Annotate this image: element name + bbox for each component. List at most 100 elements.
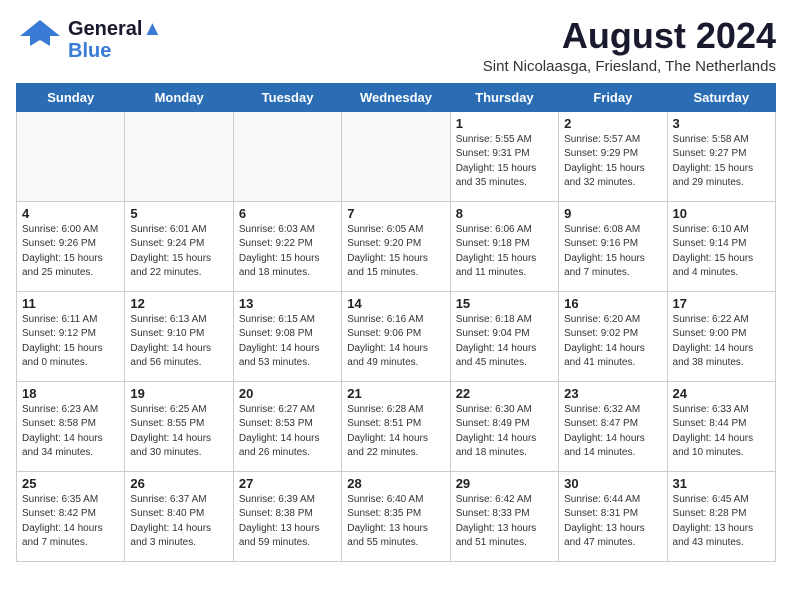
cell-line: Daylight: 15 hours bbox=[239, 252, 336, 267]
cell-line: and 56 minutes. bbox=[130, 356, 227, 371]
cell-content: Sunrise: 6:16 AMSunset: 9:06 PMDaylight:… bbox=[347, 313, 444, 371]
logo-icon bbox=[16, 16, 64, 64]
cell-line: Daylight: 13 hours bbox=[347, 522, 444, 537]
calendar-cell: 9Sunrise: 6:08 AMSunset: 9:16 PMDaylight… bbox=[559, 201, 667, 291]
calendar-header: SundayMondayTuesdayWednesdayThursdayFrid… bbox=[17, 83, 776, 111]
cell-line: and 18 minutes. bbox=[456, 446, 553, 461]
cell-line: Sunset: 9:06 PM bbox=[347, 327, 444, 342]
calendar-cell: 26Sunrise: 6:37 AMSunset: 8:40 PMDayligh… bbox=[125, 471, 233, 561]
cell-content: Sunrise: 6:13 AMSunset: 9:10 PMDaylight:… bbox=[130, 313, 227, 371]
cell-content: Sunrise: 5:57 AMSunset: 9:29 PMDaylight:… bbox=[564, 133, 661, 191]
cell-line: Sunrise: 6:18 AM bbox=[456, 313, 553, 328]
day-number: 7 bbox=[347, 206, 444, 221]
cell-line: Sunset: 9:27 PM bbox=[673, 147, 770, 162]
cell-line: Sunrise: 6:23 AM bbox=[22, 403, 119, 418]
cell-line: Sunset: 8:38 PM bbox=[239, 507, 336, 522]
day-number: 17 bbox=[673, 296, 770, 311]
cell-content: Sunrise: 6:18 AMSunset: 9:04 PMDaylight:… bbox=[456, 313, 553, 371]
cell-content: Sunrise: 6:32 AMSunset: 8:47 PMDaylight:… bbox=[564, 403, 661, 461]
cell-content: Sunrise: 6:10 AMSunset: 9:14 PMDaylight:… bbox=[673, 223, 770, 281]
day-number: 15 bbox=[456, 296, 553, 311]
day-number: 26 bbox=[130, 476, 227, 491]
cell-line: Sunset: 8:33 PM bbox=[456, 507, 553, 522]
cell-line: Daylight: 14 hours bbox=[456, 432, 553, 447]
cell-line: Daylight: 15 hours bbox=[130, 252, 227, 267]
calendar-cell: 31Sunrise: 6:45 AMSunset: 8:28 PMDayligh… bbox=[667, 471, 775, 561]
cell-content: Sunrise: 6:27 AMSunset: 8:53 PMDaylight:… bbox=[239, 403, 336, 461]
cell-line: Sunrise: 5:57 AM bbox=[564, 133, 661, 148]
cell-line: and 51 minutes. bbox=[456, 536, 553, 551]
calendar-cell: 19Sunrise: 6:25 AMSunset: 8:55 PMDayligh… bbox=[125, 381, 233, 471]
calendar-cell bbox=[233, 111, 341, 201]
cell-line: Sunrise: 6:30 AM bbox=[456, 403, 553, 418]
cell-line: Sunset: 9:29 PM bbox=[564, 147, 661, 162]
cell-content: Sunrise: 6:15 AMSunset: 9:08 PMDaylight:… bbox=[239, 313, 336, 371]
cell-line: Sunset: 8:55 PM bbox=[130, 417, 227, 432]
day-number: 14 bbox=[347, 296, 444, 311]
cell-line: Daylight: 14 hours bbox=[564, 432, 661, 447]
cell-line: Sunset: 8:44 PM bbox=[673, 417, 770, 432]
cell-line: and 26 minutes. bbox=[239, 446, 336, 461]
cell-content: Sunrise: 6:06 AMSunset: 9:18 PMDaylight:… bbox=[456, 223, 553, 281]
cell-line: Sunrise: 6:00 AM bbox=[22, 223, 119, 238]
cell-line: Sunset: 9:26 PM bbox=[22, 237, 119, 252]
logo-line2: Blue bbox=[68, 40, 111, 62]
cell-line: and 34 minutes. bbox=[22, 446, 119, 461]
cell-content: Sunrise: 6:00 AMSunset: 9:26 PMDaylight:… bbox=[22, 223, 119, 281]
cell-content: Sunrise: 6:05 AMSunset: 9:20 PMDaylight:… bbox=[347, 223, 444, 281]
cell-line: Sunrise: 6:15 AM bbox=[239, 313, 336, 328]
calendar-cell: 2Sunrise: 5:57 AMSunset: 9:29 PMDaylight… bbox=[559, 111, 667, 201]
cell-line: Sunrise: 6:22 AM bbox=[673, 313, 770, 328]
day-number: 5 bbox=[130, 206, 227, 221]
cell-line: Sunset: 8:49 PM bbox=[456, 417, 553, 432]
day-number: 16 bbox=[564, 296, 661, 311]
calendar-week: 4Sunrise: 6:00 AMSunset: 9:26 PMDaylight… bbox=[17, 201, 776, 291]
calendar-cell: 8Sunrise: 6:06 AMSunset: 9:18 PMDaylight… bbox=[450, 201, 558, 291]
calendar-cell: 4Sunrise: 6:00 AMSunset: 9:26 PMDaylight… bbox=[17, 201, 125, 291]
cell-line: Sunset: 9:12 PM bbox=[22, 327, 119, 342]
calendar-cell: 29Sunrise: 6:42 AMSunset: 8:33 PMDayligh… bbox=[450, 471, 558, 561]
cell-line: Sunrise: 5:55 AM bbox=[456, 133, 553, 148]
day-number: 12 bbox=[130, 296, 227, 311]
calendar-cell: 10Sunrise: 6:10 AMSunset: 9:14 PMDayligh… bbox=[667, 201, 775, 291]
cell-line: Sunrise: 6:44 AM bbox=[564, 493, 661, 508]
cell-line: Sunset: 9:02 PM bbox=[564, 327, 661, 342]
cell-line: Sunset: 8:58 PM bbox=[22, 417, 119, 432]
cell-content: Sunrise: 6:25 AMSunset: 8:55 PMDaylight:… bbox=[130, 403, 227, 461]
cell-line: Sunrise: 6:45 AM bbox=[673, 493, 770, 508]
cell-line: Sunset: 8:51 PM bbox=[347, 417, 444, 432]
cell-line: and 0 minutes. bbox=[22, 356, 119, 371]
cell-line: and 30 minutes. bbox=[130, 446, 227, 461]
cell-line: Daylight: 14 hours bbox=[673, 342, 770, 357]
cell-line: and 25 minutes. bbox=[22, 266, 119, 281]
weekday-header: Monday bbox=[125, 83, 233, 111]
cell-line: and 38 minutes. bbox=[673, 356, 770, 371]
cell-content: Sunrise: 6:35 AMSunset: 8:42 PMDaylight:… bbox=[22, 493, 119, 551]
cell-content: Sunrise: 5:58 AMSunset: 9:27 PMDaylight:… bbox=[673, 133, 770, 191]
cell-line: and 3 minutes. bbox=[130, 536, 227, 551]
day-number: 21 bbox=[347, 386, 444, 401]
cell-line: Sunset: 8:40 PM bbox=[130, 507, 227, 522]
cell-line: Sunset: 9:16 PM bbox=[564, 237, 661, 252]
cell-line: Daylight: 14 hours bbox=[564, 342, 661, 357]
cell-line: Sunset: 9:10 PM bbox=[130, 327, 227, 342]
day-number: 24 bbox=[673, 386, 770, 401]
cell-line: and 22 minutes. bbox=[130, 266, 227, 281]
cell-line: Sunrise: 6:27 AM bbox=[239, 403, 336, 418]
cell-line: Sunrise: 6:06 AM bbox=[456, 223, 553, 238]
title-block: August 2024 Sint Nicolaasga, Friesland, … bbox=[483, 16, 776, 75]
cell-line: Sunrise: 6:33 AM bbox=[673, 403, 770, 418]
cell-line: Daylight: 15 hours bbox=[673, 162, 770, 177]
calendar-cell bbox=[17, 111, 125, 201]
cell-line: Sunrise: 6:01 AM bbox=[130, 223, 227, 238]
cell-line: Daylight: 15 hours bbox=[564, 162, 661, 177]
cell-line: and 22 minutes. bbox=[347, 446, 444, 461]
calendar-cell: 3Sunrise: 5:58 AMSunset: 9:27 PMDaylight… bbox=[667, 111, 775, 201]
cell-line: Sunset: 8:42 PM bbox=[22, 507, 119, 522]
cell-line: Daylight: 13 hours bbox=[456, 522, 553, 537]
weekday-header: Wednesday bbox=[342, 83, 450, 111]
day-number: 22 bbox=[456, 386, 553, 401]
cell-line: Sunset: 8:28 PM bbox=[673, 507, 770, 522]
cell-line: Daylight: 14 hours bbox=[347, 432, 444, 447]
cell-line: Daylight: 15 hours bbox=[347, 252, 444, 267]
